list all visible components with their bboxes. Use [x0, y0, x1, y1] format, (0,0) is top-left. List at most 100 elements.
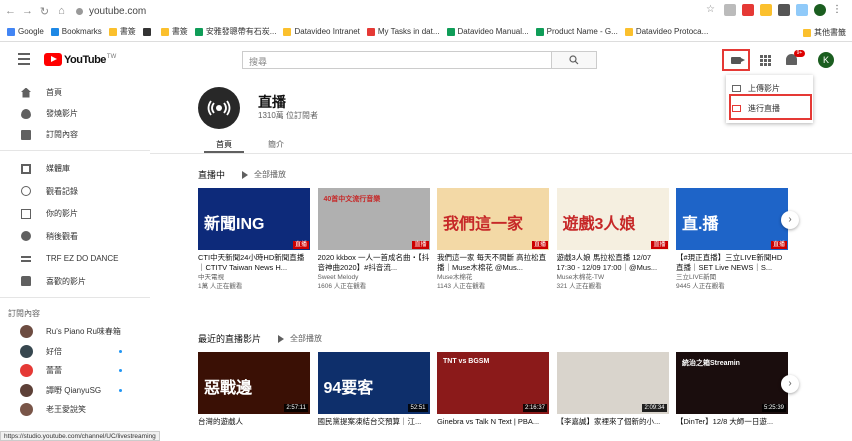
bookmark-icon [366, 27, 375, 36]
video-thumbnail[interactable]: 新聞ING 直播 [198, 188, 310, 250]
play-all-label: 全部播放 [290, 334, 322, 343]
video-card[interactable]: 94要客 52:51 國民黨提案凍結台交預算｜江... [317, 352, 430, 437]
search-button[interactable] [552, 51, 597, 69]
video-card[interactable]: 我們這一家 直播我們這一家 每天不間斷 高拉松直播｜Muse木棉花 @Mus...… [437, 188, 549, 291]
search-input[interactable]: 搜尋 [242, 51, 552, 69]
video-title[interactable]: 遊戲3人娘 馬拉松直播 12/07 17:30 - 12/09 17:00｜@M… [557, 253, 669, 273]
video-title[interactable]: 台灣的遊戲人 [198, 417, 310, 437]
video-thumbnail[interactable]: 惡戰邊 2:57:11 [198, 352, 310, 414]
sidebar-item-label: 媒體庫 [46, 164, 70, 173]
account-avatar[interactable]: K [818, 52, 834, 68]
bookmark-item[interactable]: Google [7, 27, 44, 36]
section-title[interactable]: 最近的直播影片 [198, 332, 261, 345]
extension-icon[interactable] [760, 4, 772, 16]
sidebar-item[interactable]: 觀看記錄 [0, 183, 150, 200]
create-button[interactable] [722, 49, 750, 71]
other-bookmarks[interactable]: 其他書籤 [803, 27, 846, 38]
video-thumbnail[interactable]: 我們這一家 直播 [437, 188, 549, 250]
youtube-logo[interactable]: YouTube TW [44, 53, 116, 66]
extension-icon[interactable] [796, 4, 808, 16]
subscriptions-heading: 訂閱內容 [8, 309, 40, 318]
video-title[interactable]: 我們這一家 每天不間斷 高拉松直播｜Muse木棉花 @Mus... [437, 253, 549, 273]
reload-icon[interactable]: ↻ [38, 5, 51, 18]
video-thumbnail[interactable]: 40首中文流行音樂 直播 [317, 188, 430, 250]
video-card[interactable]: 直.播 直播【#現正直播】三立LIVE新聞HD直播｜SET Live NEWS｜S… [676, 188, 788, 291]
bookmark-item[interactable]: My Tasks in dat... [366, 27, 440, 36]
forward-icon[interactable]: → [21, 5, 34, 17]
extension-icon[interactable] [742, 4, 754, 16]
video-thumbnail[interactable]: 直.播 直播 [676, 188, 788, 250]
menu-dots-icon[interactable]: ⋮ [832, 4, 844, 16]
video-title[interactable]: 【李嘉誠】家裡來了個新的小... [557, 417, 669, 437]
subscription-item[interactable]: 譚嘢 QianyuSG [0, 382, 150, 399]
tab-home[interactable]: 首頁 [216, 139, 232, 150]
bookmark-item[interactable]: 書簽 [160, 26, 188, 37]
video-card[interactable]: 遊戲3人娘 直播遊戲3人娘 馬拉松直播 12/07 17:30 - 12/09 1… [556, 188, 669, 291]
video-channel[interactable]: 三立LIVE新聞 [676, 273, 788, 282]
extension-icon[interactable] [724, 4, 736, 16]
sidebar-item[interactable]: 首頁 [0, 84, 150, 101]
video-card[interactable]: 40首中文流行音樂 直播 2020 kkbox 一人一首成名曲・【抖音神曲2020】… [317, 188, 430, 291]
video-channel[interactable]: Muse木棉花-TW [557, 273, 669, 282]
video-thumbnail[interactable]: 統治之箱Streamin 5:25:39 [676, 352, 788, 414]
subscription-item[interactable]: 蕾蕾 [0, 362, 150, 379]
bookmark-item[interactable] [142, 27, 154, 36]
bookmark-item[interactable]: Datavideo Protoca... [624, 27, 709, 36]
sidebar-item[interactable]: 發燒影片 [0, 105, 150, 122]
bookmark-item[interactable]: Bookmarks [50, 27, 102, 36]
region-label: TW [106, 53, 117, 60]
video-card[interactable]: 統治之箱Streamin 5:25:39 【DinTer】12/8 大師一日遊... [676, 352, 788, 437]
tab-about[interactable]: 簡介 [268, 139, 284, 150]
live-badge: 直播 [770, 241, 787, 249]
home-browser-icon[interactable]: ⌂ [55, 5, 68, 17]
bookmark-label: My Tasks in dat... [377, 27, 440, 36]
sidebar-item[interactable]: 你的影片 [0, 205, 150, 222]
video-card[interactable]: 2:09:34 【李嘉誠】家裡來了個新的小... [556, 352, 669, 437]
video-title[interactable]: 2020 kkbox 一人一首成名曲・【抖音神曲2020】#抖音流... [318, 253, 430, 273]
bookmark-item[interactable]: Datavideo Intranet [283, 27, 360, 36]
subscription-item[interactable]: 好倍 [0, 343, 150, 360]
viewer-count: 1143 人正在觀看 [437, 283, 486, 290]
star-icon[interactable]: ☆ [706, 4, 718, 16]
url-field[interactable]: youtube.com [76, 6, 146, 17]
menu-icon[interactable] [18, 53, 30, 68]
sidebar-item-label: 觀看記錄 [46, 186, 78, 196]
video-title[interactable]: 國民黨提案凍結台交預算｜江... [318, 417, 430, 437]
viewer-count: 1萬 人正在觀看 [198, 283, 243, 290]
video-thumbnail[interactable]: TNT vs BGSM 2:16:37 [437, 352, 549, 414]
subscription-item[interactable]: 老王愛說笑 [0, 401, 150, 418]
video-thumbnail[interactable]: 94要客 52:51 [317, 352, 430, 414]
video-card[interactable]: TNT vs BGSM 2:16:37 Ginebra vs Talk N Text… [437, 352, 549, 437]
sidebar-item[interactable]: 訂閱內容 [0, 126, 150, 143]
section-title[interactable]: 直播中 [198, 168, 225, 181]
back-icon[interactable]: ← [4, 5, 17, 17]
next-arrow-icon[interactable]: › [781, 211, 799, 229]
bookmark-item[interactable]: Product Name - G... [535, 27, 618, 36]
bookmark-item[interactable]: Datavideo Manual... [446, 27, 529, 36]
bookmark-label: Datavideo Protoca... [635, 27, 709, 36]
play-all-button[interactable]: 全部播放 [242, 169, 286, 180]
profile-icon[interactable] [814, 4, 826, 16]
next-arrow-icon[interactable]: › [781, 375, 799, 393]
video-title[interactable]: CTI中天新聞24小時HD新聞直播｜CTITV Taiwan News H... [198, 253, 310, 273]
subscription-item[interactable]: Ru's Piano Ru味春箱 [0, 323, 150, 340]
bookmark-item[interactable]: 書簽 [108, 26, 136, 37]
video-thumbnail[interactable]: 遊戲3人娘 直播 [556, 188, 669, 250]
sidebar-item[interactable]: 媒體庫 [0, 160, 150, 177]
video-card[interactable]: 新聞ING 直播 CTI中天新聞24小時HD新聞直播｜CTITV Taiwan Ne… [198, 188, 310, 291]
video-thumbnail[interactable]: 2:09:34 [556, 352, 669, 414]
sidebar-item[interactable]: 稍後觀看 [0, 228, 150, 245]
video-channel[interactable]: 中天電視 [198, 273, 310, 282]
extension-icon[interactable] [778, 4, 790, 16]
video-title[interactable]: 【#現正直播】三立LIVE新聞HD直播｜SET Live NEWS｜S... [676, 253, 788, 273]
sidebar-item[interactable]: 喜歡的影片 [0, 273, 150, 290]
bookmark-item[interactable]: 安雅發聰帶有石炭... [194, 26, 276, 37]
video-title[interactable]: 【DinTer】12/8 大師一日遊... [676, 417, 788, 437]
video-channel[interactable]: Sweet Melody [318, 273, 430, 282]
play-all-button[interactable]: 全部播放 [278, 333, 322, 344]
apps-icon[interactable] [760, 55, 771, 66]
video-card[interactable]: 惡戰邊 2:57:11 台灣的遊戲人 [198, 352, 310, 437]
sidebar-item[interactable]: TRF EZ DO DANCE [0, 250, 150, 267]
video-channel[interactable]: Muse木棉花 [437, 273, 549, 282]
video-title[interactable]: Ginebra vs Talk N Text | PBA... [437, 417, 549, 437]
